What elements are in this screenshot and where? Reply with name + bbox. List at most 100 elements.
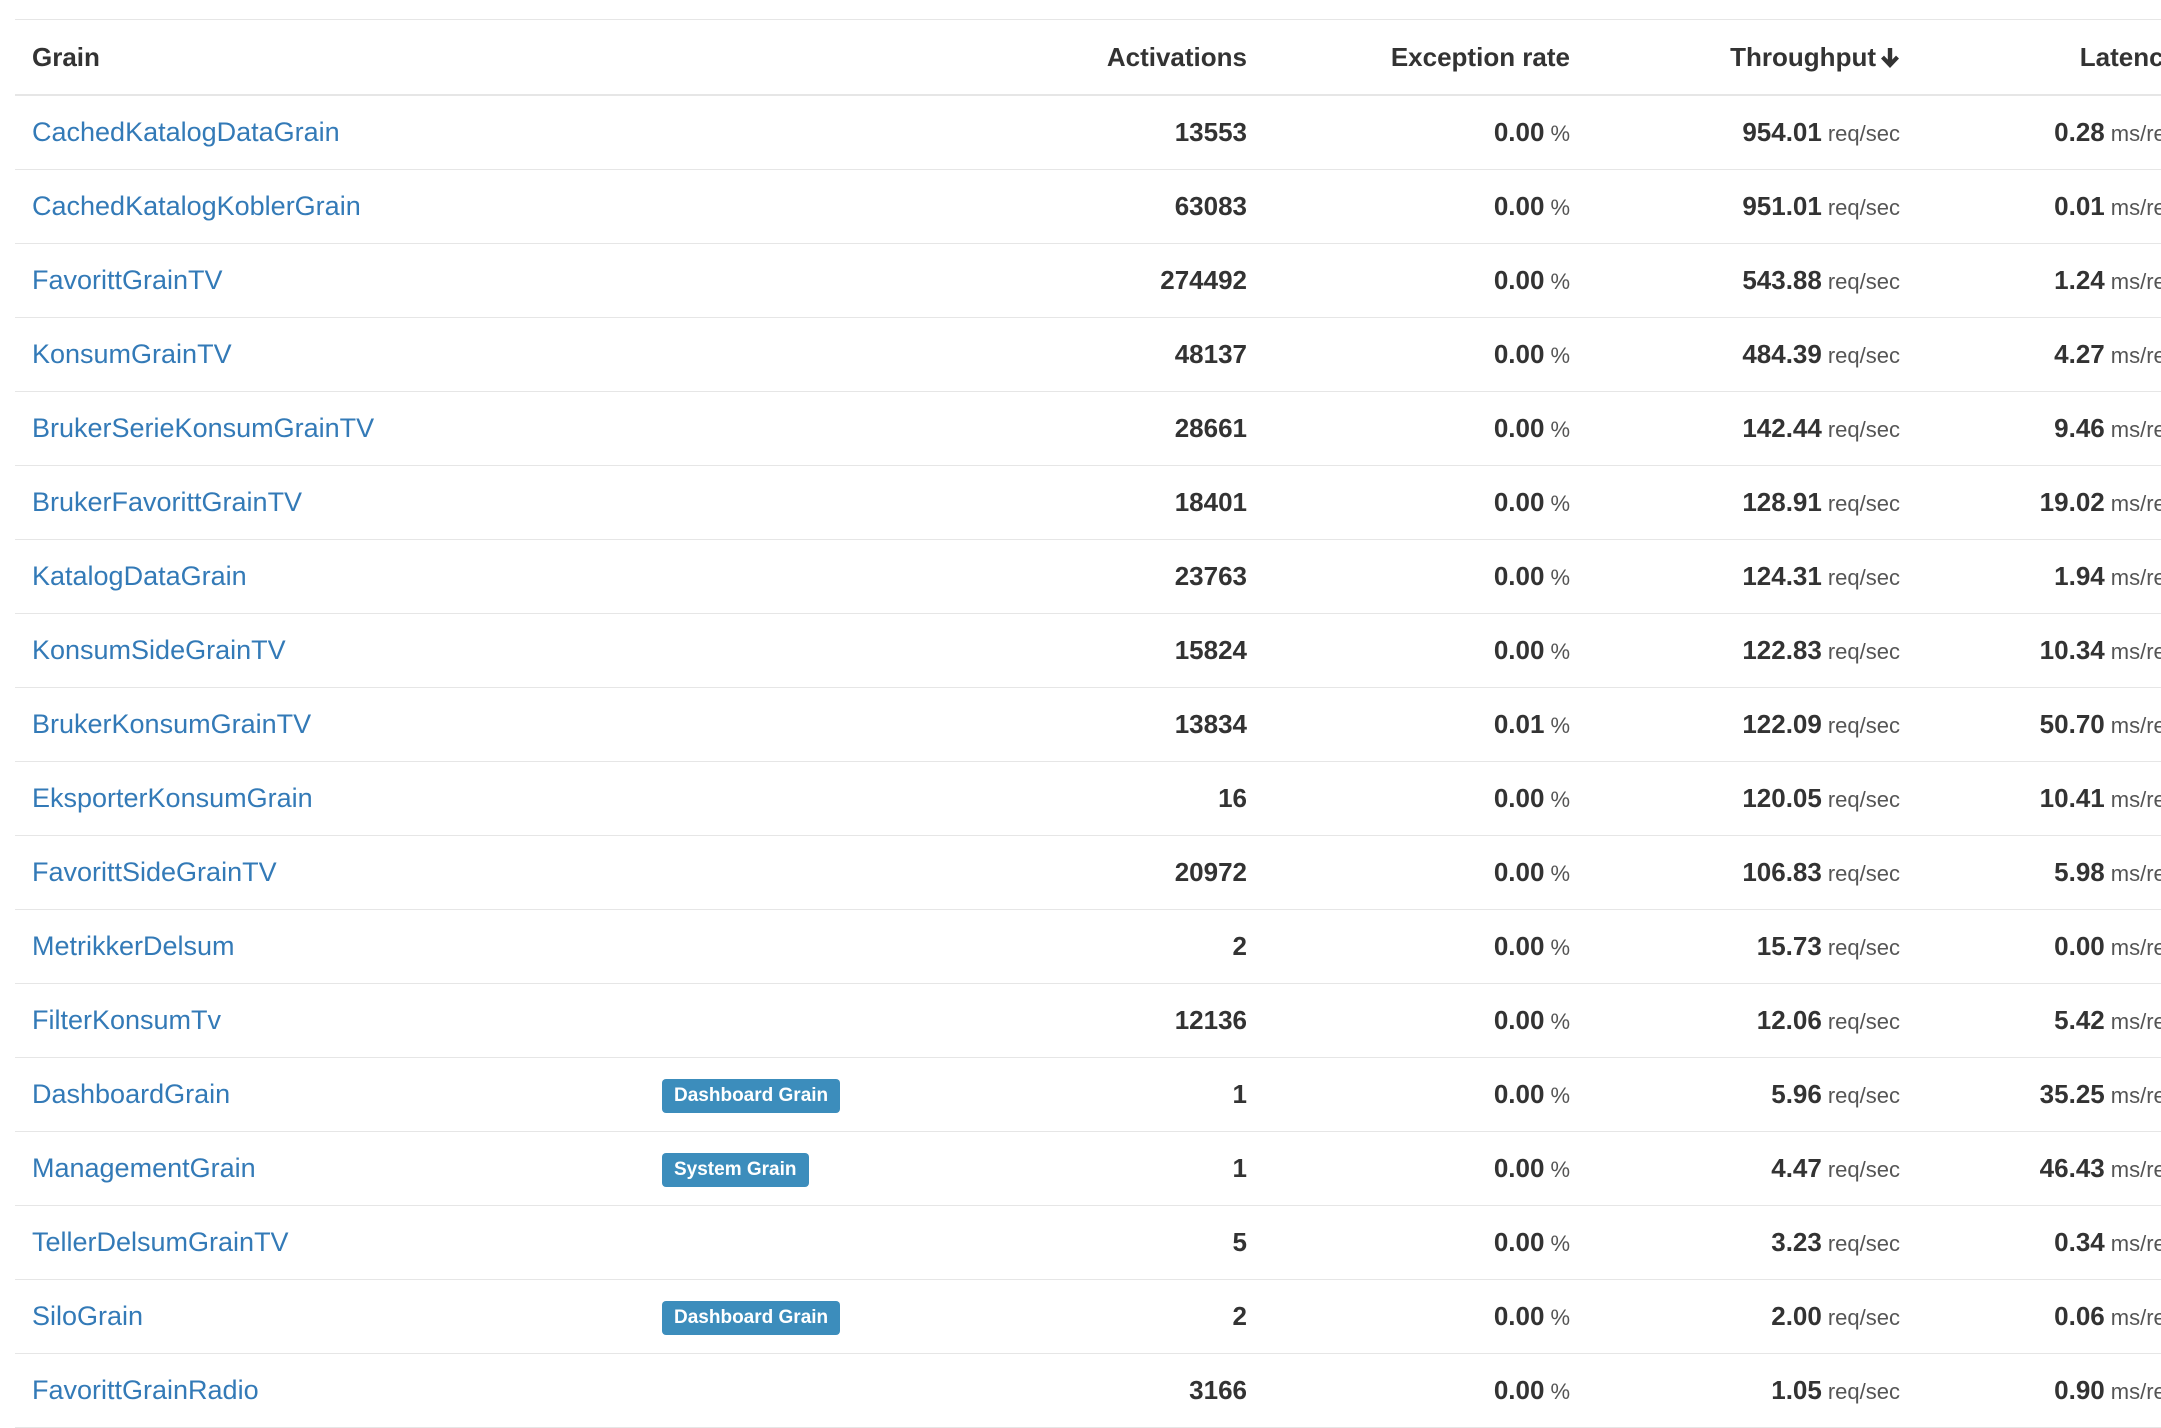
throughput-cell: 122.83 req/sec [1570,613,1900,688]
latency-unit: ms/req [2110,491,2161,516]
grain-link[interactable]: BrukerFavorittGrainTV [32,487,302,517]
latency-value: 0.28 [2054,117,2105,147]
latency-unit: ms/req [2110,1379,2161,1404]
exception-rate-cell: 0.00% [1247,169,1570,244]
throughput-cell: 3.23 req/sec [1570,1205,1900,1280]
table-row: FavorittGrainTV 274492 0.00% 543.88 req/sec 1… [15,243,2161,318]
grain-link[interactable]: CachedKatalogKoblerGrain [32,191,361,221]
exception-rate-cell: 0.00% [1247,1353,1570,1428]
table-row: KonsumGrainTV 48137 0.00% 484.39 req/sec 4.27… [15,317,2161,392]
grain-badge-cell [662,835,890,910]
exception-rate-value: 0.00 [1493,1375,1545,1405]
activations-cell: 2 [890,1279,1247,1354]
activations-value: 18401 [1174,487,1247,517]
table-row: DashboardGrain Dashboard Grain 1 0.00% 5.96 r… [15,1057,2161,1132]
table-row: CachedKatalogDataGrain 13553 0.00% 954.01 re… [15,95,2161,170]
activations-cell: 48137 [890,317,1247,392]
column-header-activations[interactable]: Activations [890,19,1247,96]
exception-rate-cell: 0.00% [1247,1057,1570,1132]
activations-value: 13553 [1174,117,1247,147]
exception-rate-value: 0.01 [1493,709,1545,739]
activations-cell: 28661 [890,391,1247,466]
grain-link[interactable]: KonsumGrainTV [32,339,232,369]
grain-badge-cell [662,687,890,762]
activations-cell: 12136 [890,983,1247,1058]
column-header-exception-rate[interactable]: Exception rate [1247,19,1570,96]
column-header-latency[interactable]: Latency [1900,19,2161,96]
activations-value: 16 [1218,783,1247,813]
activations-value: 1 [1232,1153,1247,1183]
grain-badge-cell [662,317,890,392]
grain-name-cell: FilterKonsumTv [15,983,662,1058]
throughput-value: 120.05 [1742,783,1822,813]
throughput-value: 142.44 [1742,413,1822,443]
latency-value: 0.00 [2054,931,2105,961]
table-row: BrukerSerieKonsumGrainTV 28661 0.00% 142.44… [15,391,2161,466]
throughput-unit: req/sec [1827,787,1900,812]
grain-name-cell: ManagementGrain [15,1131,662,1206]
grain-link[interactable]: DashboardGrain [32,1079,230,1109]
latency-value: 0.90 [2054,1375,2105,1405]
latency-cell: 19.02ms/req [1900,465,2161,540]
throughput-value: 122.83 [1742,635,1822,665]
column-header-grain[interactable]: Grain [15,19,662,96]
throughput-unit: req/sec [1827,935,1900,960]
throughput-value: 951.01 [1742,191,1822,221]
throughput-unit: req/sec [1827,343,1900,368]
exception-rate-cell: 0.00% [1247,465,1570,540]
exception-rate-value: 0.00 [1493,857,1545,887]
grain-link[interactable]: KatalogDataGrain [32,561,247,591]
grain-link[interactable]: BrukerSerieKonsumGrainTV [32,413,374,443]
latency-value: 35.25 [2039,1079,2105,1109]
grain-link[interactable]: FavorittSideGrainTV [32,857,277,887]
grain-link[interactable]: ManagementGrain [32,1153,256,1183]
grain-link[interactable]: BrukerKonsumGrainTV [32,709,311,739]
grain-name-cell: DashboardGrain [15,1057,662,1132]
latency-unit: ms/req [2110,1009,2161,1034]
grain-link[interactable]: MetrikkerDelsum [32,931,235,961]
grain-badge-cell [662,539,890,614]
throughput-value: 15.73 [1756,931,1822,961]
exception-rate-cell: 0.00% [1247,1279,1570,1354]
latency-value: 0.01 [2054,191,2105,221]
latency-cell: 0.01ms/req [1900,169,2161,244]
grain-name-cell: BrukerKonsumGrainTV [15,687,662,762]
exception-rate-cell: 0.00% [1247,243,1570,318]
latency-unit: ms/req [2110,935,2161,960]
exception-rate-unit: % [1550,935,1570,960]
exception-rate-cell: 0.00% [1247,95,1570,170]
grain-link[interactable]: FilterKonsumTv [32,1005,221,1035]
grain-badge-cell [662,761,890,836]
grain-link[interactable]: EksporterKonsumGrain [32,783,313,813]
throughput-value: 124.31 [1742,561,1822,591]
header-row: Grain Activations Exception rate Through… [15,19,2161,96]
grain-link[interactable]: KonsumSideGrainTV [32,635,286,665]
exception-rate-unit: % [1550,491,1570,516]
exception-rate-unit: % [1550,787,1570,812]
grain-badge-cell: System Grain [662,1131,890,1206]
latency-unit: ms/req [2110,1157,2161,1182]
grain-badge-cell: Dashboard Grain [662,1057,890,1132]
throughput-cell: 106.83 req/sec [1570,835,1900,910]
latency-cell: 4.27ms/req [1900,317,2161,392]
latency-value: 10.34 [2039,635,2105,665]
grain-link[interactable]: FavorittGrainTV [32,265,223,295]
grain-link[interactable]: TellerDelsumGrainTV [32,1227,289,1257]
grain-name-cell: FavorittGrainRadio [15,1353,662,1428]
latency-cell: 10.41ms/req [1900,761,2161,836]
grain-link[interactable]: FavorittGrainRadio [32,1375,259,1405]
grain-name-cell: KonsumGrainTV [15,317,662,392]
throughput-cell: 128.91 req/sec [1570,465,1900,540]
throughput-cell: 951.01 req/sec [1570,169,1900,244]
activations-value: 15824 [1174,635,1247,665]
throughput-unit: req/sec [1827,565,1900,590]
arrow-down-icon[interactable] [1880,47,1900,69]
grain-link[interactable]: SiloGrain [32,1301,143,1331]
column-header-throughput[interactable]: Throughput [1570,19,1900,96]
activations-cell: 63083 [890,169,1247,244]
throughput-value: 128.91 [1742,487,1822,517]
throughput-cell: 122.09 req/sec [1570,687,1900,762]
latency-cell: 0.06ms/req [1900,1279,2161,1354]
grain-link[interactable]: CachedKatalogDataGrain [32,117,340,147]
grain-badge-cell [662,243,890,318]
